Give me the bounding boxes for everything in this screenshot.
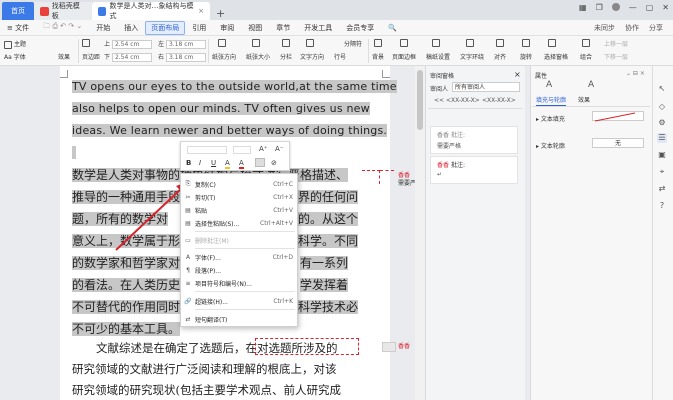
comment-1-tag: 批注:: [450, 132, 465, 139]
grow-font-icon[interactable]: A⁺: [259, 145, 267, 153]
copy-icon: ⎘: [185, 180, 191, 187]
context-menu: ⎘ 复制(C) Ctrl+C ✂ 剪切(T) Ctrl+X ▤ 粘贴 Ctrl+V ▤ 选择性…: [180, 173, 298, 327]
paste-special-icon: ▤: [185, 219, 191, 227]
menu-item-paste[interactable]: ▤ 粘贴 Ctrl+V: [181, 204, 299, 216]
menu-item-bullets-label: 项目符号和编号(N)...: [195, 280, 252, 288]
font-name-box[interactable]: [187, 146, 227, 154]
bold-icon[interactable]: B: [186, 159, 191, 167]
delete-comment-icon: ▭: [185, 236, 191, 244]
bullets-icon: ≡: [185, 279, 191, 287]
translate-icon: ⇄: [185, 315, 191, 323]
menu-item-cut-label: 剪切(T): [195, 194, 216, 202]
menu-item-cut[interactable]: ✂ 剪切(T) Ctrl+X: [181, 191, 299, 203]
image-icon[interactable]: ▣: [657, 150, 667, 160]
review-next-button[interactable]: <XX-XX-X>: [482, 97, 516, 104]
share-icon[interactable]: ⇄: [657, 184, 667, 194]
close-review-pane-icon[interactable]: ×: [514, 70, 521, 79]
no-fill-swatch: [594, 112, 636, 122]
reviewer-select[interactable]: 所有审阅人: [452, 82, 520, 92]
menu-item-paste-special[interactable]: ▤ 选择性粘贴(S)... Ctrl+Alt+V: [181, 217, 299, 229]
link-icon: 🔗: [184, 297, 192, 305]
menu-item-font-shortcut: Ctrl+D: [272, 253, 293, 261]
menu-item-paste-shortcut: Ctrl+V: [273, 206, 293, 214]
menu-item-font-label: 字体(F)...: [195, 254, 221, 262]
text-outline-label-text: 文本轮廓: [540, 143, 565, 150]
menu-item-copy[interactable]: ⎘ 复制(C) Ctrl+C: [181, 178, 299, 190]
side-toolbar: [652, 66, 673, 400]
effects-icon: A: [588, 80, 595, 90]
tab-fill-outline[interactable]: 填充与轮廓: [536, 95, 567, 106]
help-icon[interactable]: ?: [657, 201, 667, 211]
menu-item-translate[interactable]: ⇄ 短句翻译(T): [181, 313, 299, 325]
reviewer-label: 审阅人: [430, 86, 449, 93]
fill-outline-icon: A: [546, 80, 553, 90]
align-icon[interactable]: [255, 158, 265, 167]
menu-item-hyperlink-shortcut: Ctrl+K: [273, 297, 293, 305]
underline-icon[interactable]: U: [211, 159, 216, 167]
italic-icon[interactable]: I: [199, 159, 201, 167]
adjust-icon[interactable]: ⚙: [657, 118, 667, 128]
comment-2-tag: 批注:: [450, 162, 465, 169]
mini-format-toolbar: A⁺ A⁻ B I U A A ⊘: [180, 141, 290, 171]
menu-item-paste-special-label: 选择性粘贴(S)...: [195, 220, 240, 228]
tab-effects[interactable]: 效果: [578, 95, 590, 104]
menu-item-delete-comment: ▭ 删除批注(M): [181, 234, 299, 246]
menu-item-font[interactable]: A 字体(F)... Ctrl+D: [181, 251, 299, 263]
menu-item-paste-label: 粘贴: [195, 207, 208, 215]
menu-item-delete-comment-label: 删除批注(M): [195, 237, 229, 245]
comment-1-author: 香香: [437, 132, 450, 139]
cut-icon: ✂: [185, 193, 191, 201]
review-pane-title: 审阅窗格: [430, 73, 455, 80]
font-size-box[interactable]: [233, 146, 251, 154]
properties-pane-title: 属性: [535, 73, 548, 80]
comment-1-text: 需要严格: [437, 143, 462, 150]
shrink-font-icon[interactable]: A⁻: [275, 145, 283, 153]
comment-2-author: 香香: [437, 162, 450, 169]
text-fill-label[interactable]: ▸ 文本填充: [536, 114, 565, 123]
pin-pane-icon[interactable]: ⌄ ⊟ ×: [626, 70, 645, 77]
menu-item-hyperlink-label: 超链接(H)...: [195, 298, 228, 306]
review-prev-button[interactable]: << <XX-XX-X>: [434, 97, 480, 104]
text-outline-label[interactable]: ▸ 文本轮廓: [536, 141, 565, 150]
text-fill-label-text: 文本填充: [540, 116, 565, 123]
menu-item-paragraph[interactable]: ¶ 段落(P)...: [181, 264, 299, 276]
menu-item-paragraph-label: 段落(P)...: [195, 267, 222, 275]
comment-2-text: ↵: [437, 171, 443, 178]
menu-item-bullets[interactable]: ≡ 项目符号和编号(N)...: [181, 277, 299, 289]
menu-item-cut-shortcut: Ctrl+X: [273, 193, 293, 201]
review-pane: [425, 66, 525, 400]
font-icon: A: [185, 253, 191, 261]
comment-card-2[interactable]: 香香 批注: ↵: [430, 156, 518, 184]
paste-icon: ▤: [185, 206, 191, 214]
location-icon[interactable]: ⌖: [657, 167, 667, 177]
menu-item-copy-shortcut: Ctrl+C: [273, 180, 293, 188]
clear-format-icon[interactable]: ⊘: [271, 159, 277, 167]
text-outline-select[interactable]: 无: [592, 138, 644, 148]
paragraph-icon: ¶: [186, 266, 190, 274]
menu-item-copy-label: 复制(C): [195, 181, 216, 189]
menu-item-hyperlink[interactable]: 🔗 超链接(H)... Ctrl+K: [181, 295, 299, 307]
properties-icon[interactable]: ☰: [657, 133, 667, 143]
text-fill-select[interactable]: [592, 111, 644, 122]
comment-card-1[interactable]: 香香 批注: 需要严格: [430, 126, 518, 154]
pointer-icon[interactable]: ↖: [657, 84, 667, 94]
menu-item-paste-special-shortcut: Ctrl+Alt+V: [260, 219, 293, 227]
font-color-icon[interactable]: A: [239, 159, 244, 169]
shape-icon[interactable]: ◇: [657, 102, 667, 112]
highlight-icon[interactable]: A: [225, 159, 230, 169]
menu-item-translate-label: 短句翻译(T): [195, 316, 228, 324]
